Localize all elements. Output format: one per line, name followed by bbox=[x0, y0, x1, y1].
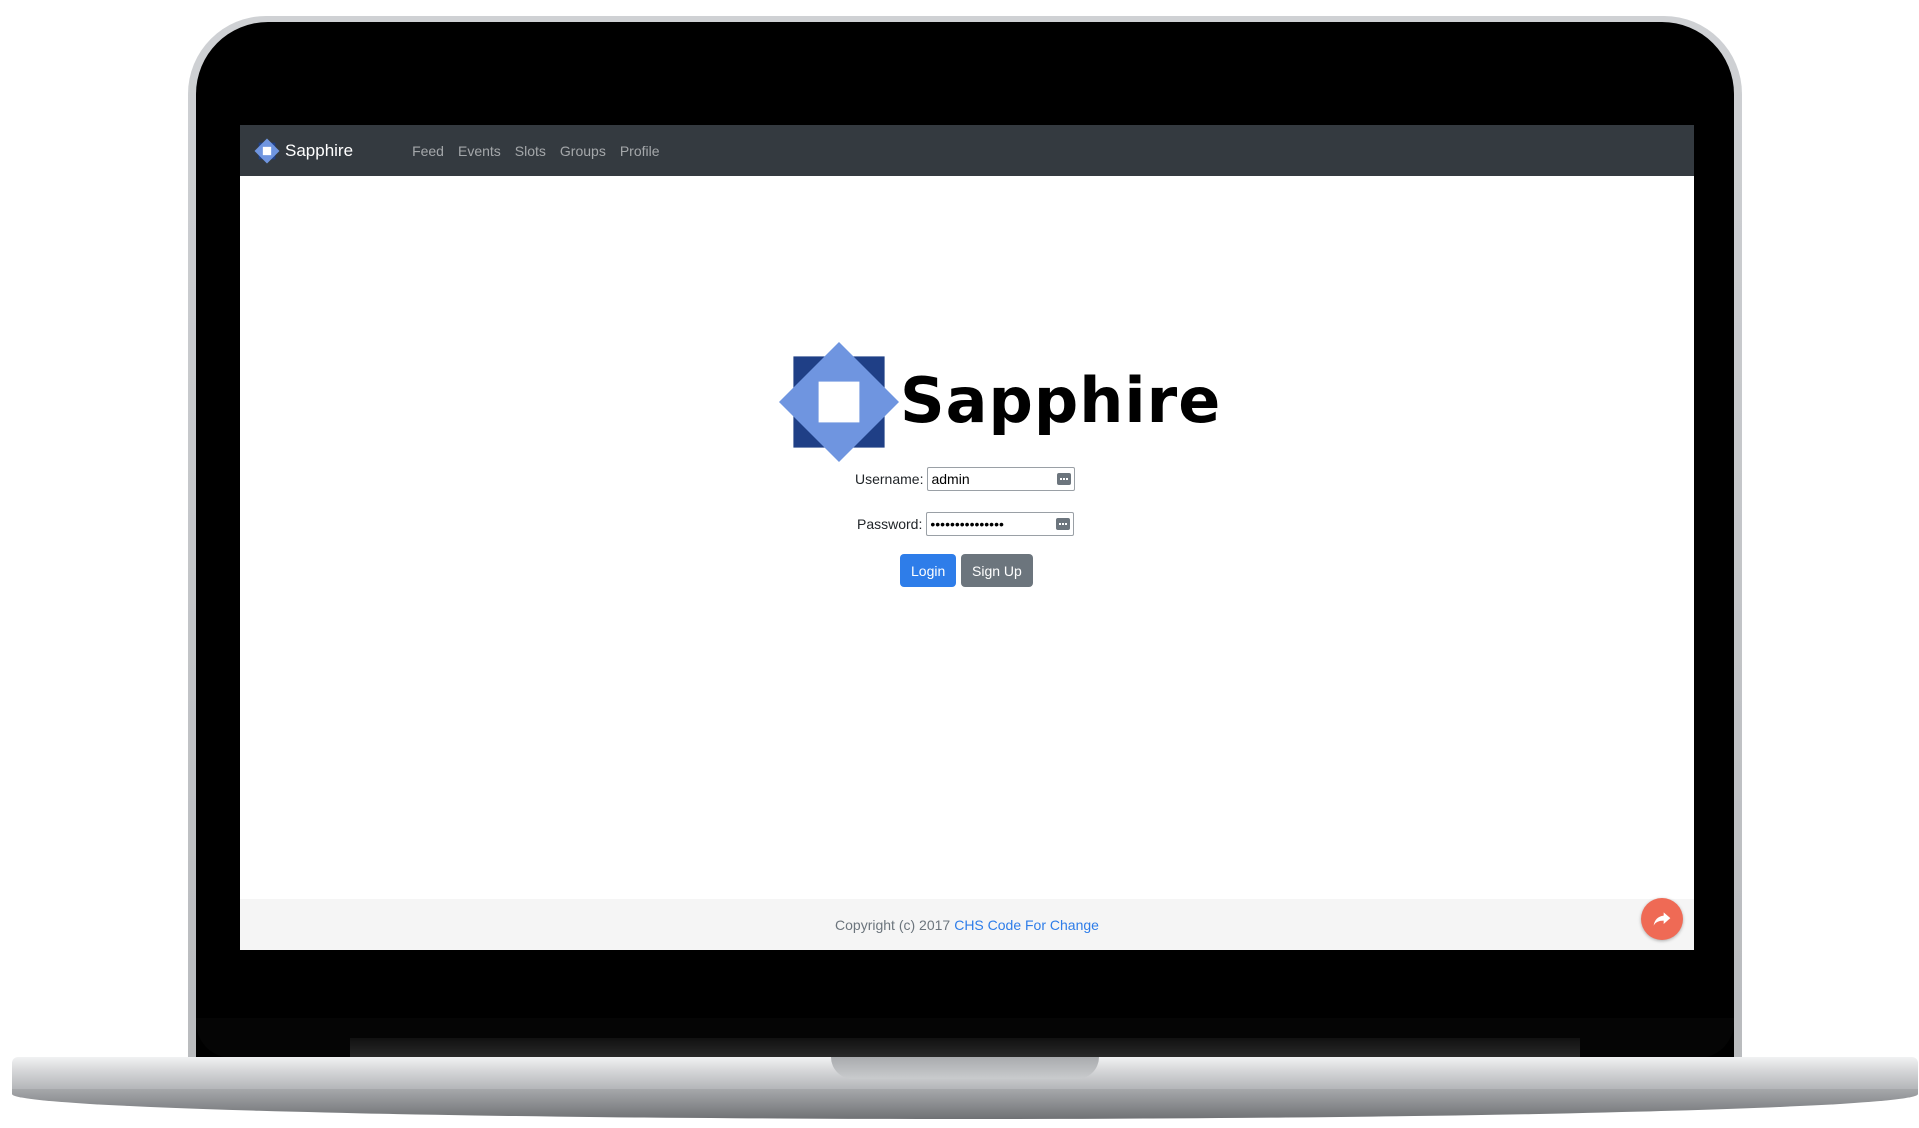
footer: Copyright (c) 2017 CHS Code For Change bbox=[240, 899, 1694, 950]
signup-button[interactable]: Sign Up bbox=[961, 554, 1033, 587]
hero-wordmark: Sapphire bbox=[900, 364, 1222, 437]
username-row: Username: bbox=[855, 467, 1076, 491]
password-row: Password: bbox=[857, 512, 1075, 536]
nav-item-groups[interactable]: Groups bbox=[553, 143, 613, 159]
nav-item-feed[interactable]: Feed bbox=[405, 143, 451, 159]
brand-name: Sapphire bbox=[285, 140, 354, 160]
navbar-brand[interactable]: Sapphire bbox=[254, 138, 353, 164]
sapphire-hero-logo-icon bbox=[779, 342, 899, 462]
share-button[interactable] bbox=[1641, 898, 1683, 940]
username-input-wrap bbox=[927, 467, 1076, 491]
username-input[interactable] bbox=[927, 467, 1076, 491]
share-icon bbox=[1653, 912, 1671, 926]
password-manager-icon[interactable] bbox=[1056, 518, 1071, 530]
username-label: Username: bbox=[855, 471, 924, 487]
password-input[interactable] bbox=[926, 512, 1075, 536]
navbar: Sapphire Feed Events Slots Groups Profil… bbox=[240, 125, 1694, 176]
main-content: Sapphire Username: Password: Login Sign … bbox=[240, 176, 1694, 899]
laptop-hinge bbox=[350, 1038, 1580, 1058]
nav-item-profile[interactable]: Profile bbox=[613, 143, 667, 159]
footer-copyright: Copyright (c) 2017 bbox=[835, 916, 951, 933]
login-button[interactable]: Login bbox=[900, 554, 957, 587]
laptop-mockup: Sapphire Feed Events Slots Groups Profil… bbox=[0, 0, 1919, 1128]
footer-link-chs[interactable]: CHS Code For Change bbox=[954, 917, 1099, 933]
laptop-base-bottom bbox=[12, 1089, 1918, 1119]
browser-screen: Sapphire Feed Events Slots Groups Profil… bbox=[240, 125, 1694, 950]
password-label: Password: bbox=[857, 516, 923, 532]
password-input-wrap bbox=[926, 512, 1075, 536]
nav-links: Feed Events Slots Groups Profile bbox=[405, 143, 666, 159]
sapphire-logo-icon bbox=[254, 138, 280, 163]
nav-item-events[interactable]: Events bbox=[451, 143, 508, 159]
password-manager-icon[interactable] bbox=[1057, 473, 1072, 485]
laptop-notch bbox=[831, 1057, 1099, 1079]
nav-item-slots[interactable]: Slots bbox=[508, 143, 553, 159]
